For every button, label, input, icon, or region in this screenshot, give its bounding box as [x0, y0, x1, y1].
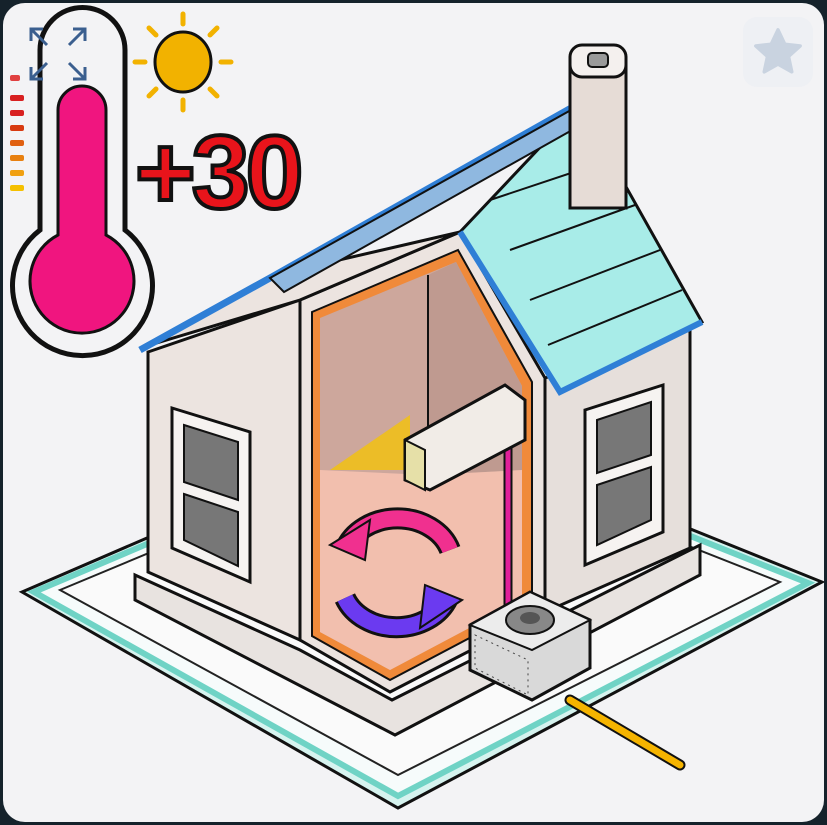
temperature-label: +30	[133, 115, 305, 231]
right-window	[583, 382, 665, 568]
expand-arrows-icon	[29, 27, 87, 81]
star-icon	[754, 28, 802, 74]
house-illustration	[10, 5, 824, 810]
expand-button[interactable]	[27, 25, 89, 83]
sun-icon	[132, 11, 234, 113]
illustration-card: +30	[3, 3, 824, 822]
thermometer-scale	[10, 75, 24, 191]
chimney	[568, 43, 628, 210]
favorite-button[interactable]	[743, 17, 813, 87]
